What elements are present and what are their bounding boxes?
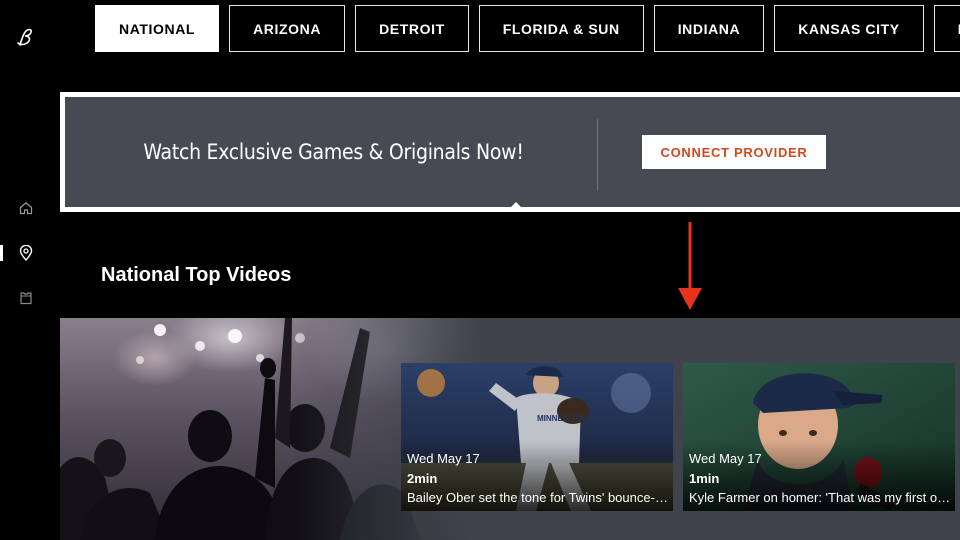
section-title: National Top Videos	[101, 264, 292, 286]
tab-detroit[interactable]: DETROIT	[355, 5, 469, 52]
active-nav-indicator	[0, 245, 3, 261]
video-date: Wed May 17	[689, 451, 762, 466]
tab-florida-sun[interactable]: FLORIDA & SUN	[478, 5, 644, 52]
video-title: Bailey Ober set the tone for Twins' boun…	[407, 490, 669, 505]
red-arrow-annotation	[678, 222, 702, 310]
video-title: Kyle Farmer on homer: 'That was my first…	[689, 490, 951, 505]
tab-indiana[interactable]: INDIANA	[653, 5, 765, 52]
video-rail: MINNESOTA Wed May 17 2min Bailey Ober se…	[60, 318, 960, 540]
tab-mid[interactable]: MID	[933, 5, 960, 52]
sidebar	[0, 0, 56, 540]
jersey-icon[interactable]	[16, 288, 36, 308]
svg-text:MINNESOTA: MINNESOTA	[537, 414, 585, 423]
promo-banner[interactable]: Watch Exclusive Games & Originals Now! C…	[60, 92, 960, 212]
home-icon[interactable]	[16, 198, 36, 218]
video-duration: 2min	[407, 471, 438, 486]
app-screen: NATIONAL ARIZONA DETROIT FLORIDA & SUN I…	[0, 0, 960, 540]
tab-national[interactable]: NATIONAL	[95, 5, 220, 52]
bally-b-logo[interactable]	[14, 26, 38, 50]
banner-headline: Watch Exclusive Games & Originals Now!	[143, 140, 524, 164]
video-card[interactable]: Wed May 17 1min Kyle Farmer on homer: 'T…	[683, 363, 955, 511]
connect-provider-button[interactable]: CONNECT PROVIDER	[642, 135, 826, 169]
banner-notch	[509, 202, 523, 209]
banner-divider	[597, 119, 598, 191]
tab-kansas-city[interactable]: KANSAS CITY	[774, 5, 924, 52]
video-card[interactable]: MINNESOTA Wed May 17 2min Bailey Ober se…	[401, 363, 673, 511]
video-date: Wed May 17	[407, 451, 480, 466]
location-pin-icon[interactable]	[16, 243, 36, 263]
tab-arizona[interactable]: ARIZONA	[229, 5, 346, 52]
region-tabs: NATIONAL ARIZONA DETROIT FLORIDA & SUN I…	[95, 5, 960, 52]
video-duration: 1min	[689, 471, 720, 486]
